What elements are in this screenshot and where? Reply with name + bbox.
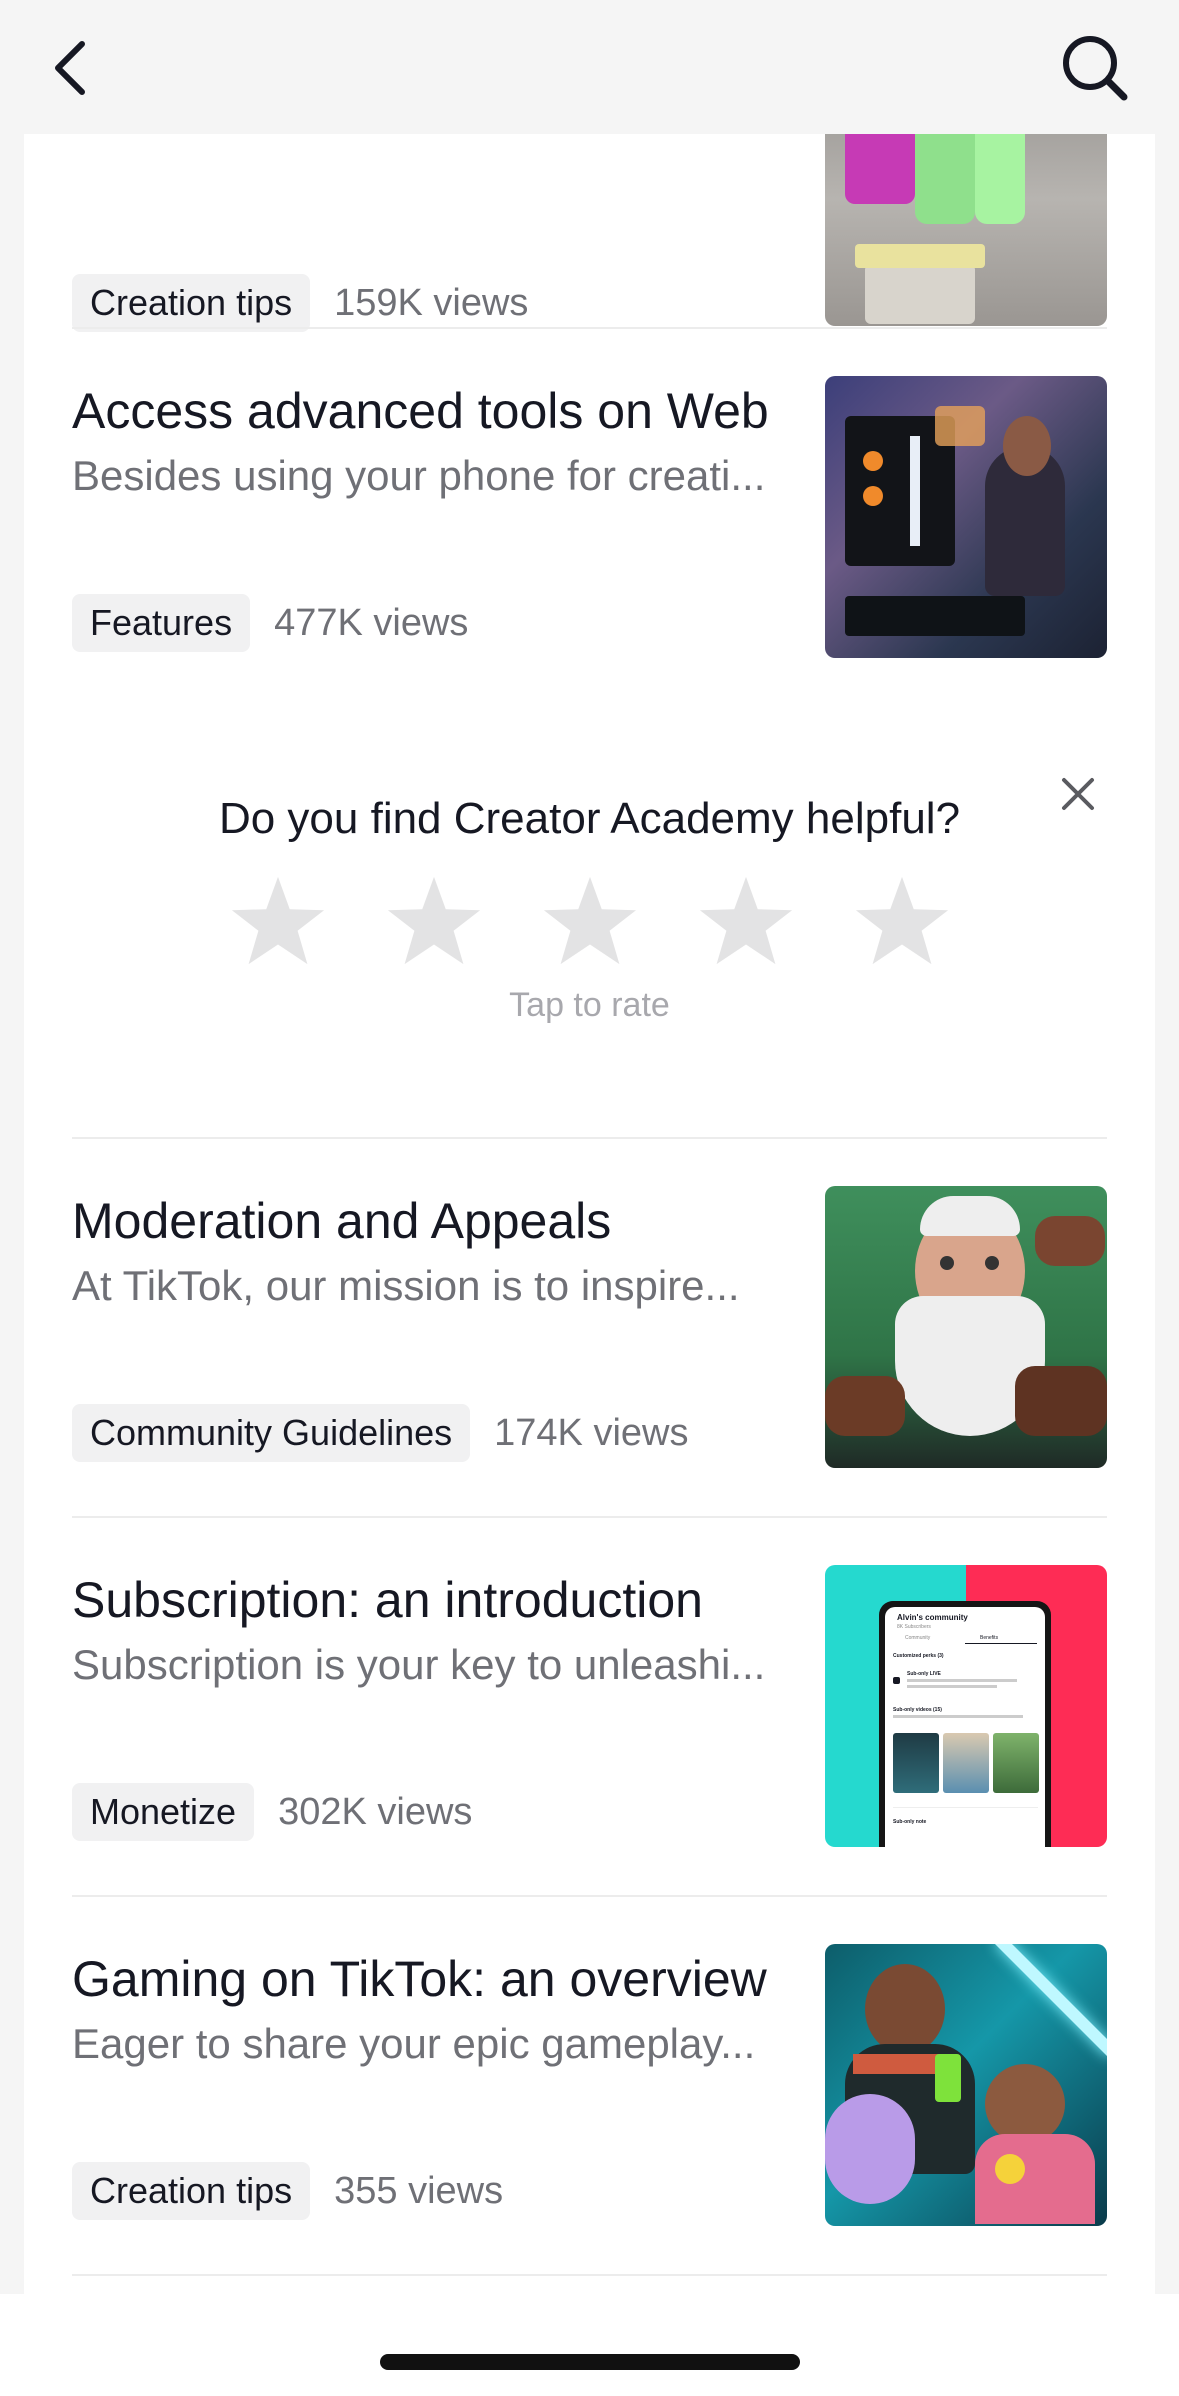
divider xyxy=(72,2274,1107,2276)
divider xyxy=(72,1516,1107,1518)
desk-computer-thumbnail xyxy=(825,376,1107,658)
mockup-perk: Sub-only LIVE xyxy=(907,1671,941,1677)
search-icon xyxy=(1063,36,1128,101)
article-title: Subscription: an introduction xyxy=(72,1572,703,1628)
category-tag[interactable]: Creation tips xyxy=(72,2162,311,2220)
view-count: 159K views xyxy=(334,281,529,324)
mockup-title: Alvin's community xyxy=(897,1613,968,1622)
rating-question: Do you find Creator Academy helpful? xyxy=(218,794,961,843)
rating-hint: Tap to rate xyxy=(509,986,670,1024)
divider xyxy=(72,1137,1107,1139)
star-icon[interactable] xyxy=(541,872,639,970)
mockup-section: Sub-only videos (15) xyxy=(893,1707,942,1713)
divider xyxy=(72,327,1107,329)
article-description: Besides using your phone for creati... xyxy=(72,452,766,499)
article-description: At TikTok, our mission is to inspire... xyxy=(72,1262,740,1309)
category-tag[interactable]: Community Guidelines xyxy=(72,1404,471,1462)
article-card[interactable]: Moderation and Appeals At TikTok, our mi… xyxy=(72,1186,1107,1468)
bottom-safe-area xyxy=(0,2294,1179,2396)
category-tag[interactable]: Features xyxy=(72,594,251,652)
divider xyxy=(72,1895,1107,1897)
mockup-tab: Community xyxy=(905,1635,931,1641)
view-count: 302K views xyxy=(278,1790,473,1833)
article-description: Subscription is your key to unleashi... xyxy=(72,1641,766,1688)
view-count: 355 views xyxy=(334,2169,504,2212)
article-title: Access advanced tools on Web xyxy=(72,383,769,439)
star-icon[interactable] xyxy=(385,872,483,970)
star-icon[interactable] xyxy=(853,872,951,970)
category-tag[interactable]: Monetize xyxy=(72,1783,255,1841)
mockup-section: Sub-only note xyxy=(893,1819,927,1825)
bearded-man-thumbnail xyxy=(825,1186,1107,1468)
mockup-tab: Benefits xyxy=(980,1635,999,1641)
article-title: Moderation and Appeals xyxy=(72,1193,612,1249)
home-indicator[interactable] xyxy=(380,2354,800,2370)
search-button[interactable] xyxy=(1050,28,1140,108)
article-title: Gaming on TikTok: an overview xyxy=(72,1951,767,2007)
back-button[interactable] xyxy=(30,28,110,108)
top-nav-bar xyxy=(0,0,1179,134)
phone-mockup-thumbnail: Alvin's community 8K Subscribers Communi… xyxy=(825,1565,1107,1847)
article-list[interactable]: Creation tips 159K views Access advanced… xyxy=(24,134,1155,2294)
star-icon[interactable] xyxy=(697,872,795,970)
view-count: 477K views xyxy=(274,601,469,644)
star-icon[interactable] xyxy=(229,872,327,970)
star-rating[interactable] xyxy=(24,872,1155,970)
mockup-section: Customized perks (3) xyxy=(893,1653,944,1659)
chevron-left-icon xyxy=(55,41,85,95)
article-card[interactable]: Access advanced tools on Web Besides usi… xyxy=(72,376,1107,658)
gamers-thumbnail xyxy=(825,1944,1107,2226)
article-description: Eager to share your epic gameplay... xyxy=(72,2020,756,2067)
dancer-thumbnail xyxy=(825,134,1107,326)
mockup-subtitle: 8K Subscribers xyxy=(897,1624,931,1630)
view-count: 174K views xyxy=(494,1411,689,1454)
article-card[interactable]: Creation tips 159K views xyxy=(72,134,1107,412)
category-tag[interactable]: Creation tips xyxy=(72,274,311,332)
article-card[interactable]: Subscription: an introduction Subscripti… xyxy=(72,1565,1107,1847)
article-card[interactable]: Gaming on TikTok: an overview Eager to s… xyxy=(72,1944,1107,2226)
